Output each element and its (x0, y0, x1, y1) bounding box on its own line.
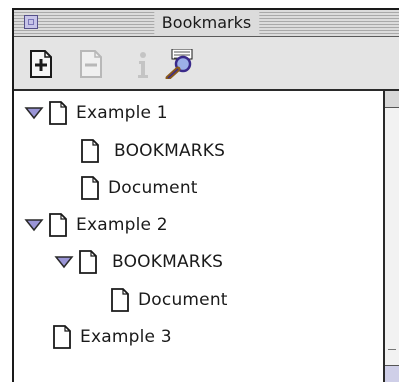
outline-item-example-1[interactable]: Example 1 (24, 98, 168, 128)
outline-item-label: Example 2 (76, 215, 168, 235)
title-bar[interactable]: Bookmarks (14, 10, 399, 37)
bookmark-outline: Example 1 BOOKMARKS Document Example 2 B… (14, 91, 385, 382)
delete-bookmark-button[interactable] (78, 49, 104, 79)
new-bookmark-icon (30, 50, 52, 78)
info-icon (138, 52, 148, 78)
outline-item-document[interactable]: Document (110, 285, 228, 315)
disclosure-triangle-expanded-icon[interactable] (54, 255, 74, 269)
outline-item-label: Example 1 (76, 103, 168, 123)
outline-item-label: Example 3 (80, 327, 172, 347)
scroll-track-tick (388, 349, 396, 350)
disclosure-triangle-expanded-icon[interactable] (24, 218, 44, 232)
outline-item-label: Document (108, 178, 198, 198)
scroll-down-arrow-icon[interactable] (385, 365, 399, 382)
bookmarks-window: Bookmarks Example 1 BOOKMARKS Document E… (12, 8, 399, 382)
toolbar (14, 37, 399, 91)
outline-item-example-3[interactable]: Example 3 (52, 322, 172, 352)
document-icon (49, 101, 67, 125)
outline-item-label: BOOKMARKS (112, 252, 224, 272)
window-title: Bookmarks (153, 10, 260, 36)
outline-item-label: BOOKMARKS (114, 141, 226, 161)
document-icon (81, 139, 99, 163)
outline-item-example-2[interactable]: Example 2 (24, 210, 168, 240)
delete-bookmark-icon (80, 50, 102, 78)
document-icon (79, 250, 97, 274)
find-icon (165, 49, 193, 79)
document-icon (53, 325, 71, 349)
close-box-icon[interactable] (24, 15, 38, 29)
vertical-scrollbar[interactable] (383, 91, 399, 382)
outline-item-bookmarks[interactable]: BOOKMARKS (80, 136, 225, 166)
new-bookmark-button[interactable] (28, 49, 54, 79)
document-icon (81, 176, 99, 200)
disclosure-triangle-expanded-icon[interactable] (24, 106, 44, 120)
find-button[interactable] (164, 49, 196, 79)
info-button[interactable] (130, 49, 156, 79)
outline-item-bookmarks[interactable]: BOOKMARKS (54, 247, 223, 277)
document-icon (49, 213, 67, 237)
document-icon (111, 288, 129, 312)
outline-item-label: Document (138, 290, 228, 310)
outline-item-document[interactable]: Document (80, 173, 198, 203)
scroll-up-arrow-icon[interactable] (385, 91, 399, 108)
